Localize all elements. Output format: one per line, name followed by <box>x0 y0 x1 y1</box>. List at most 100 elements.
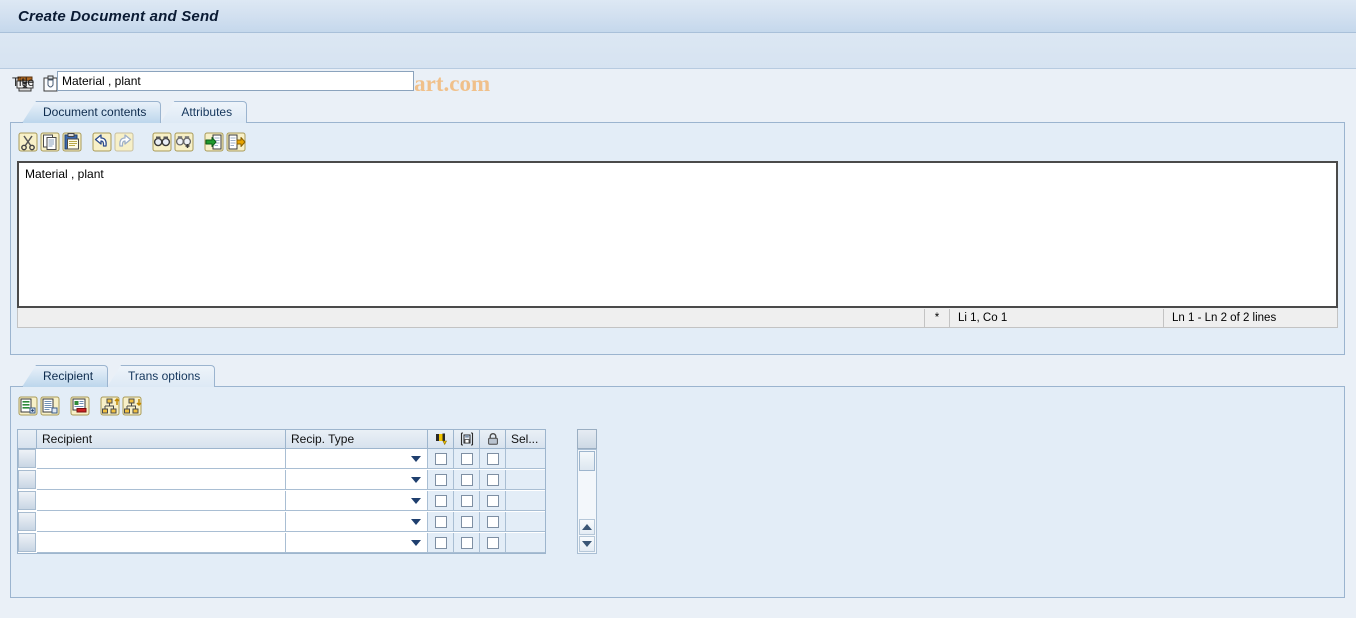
duplicate-row-icon[interactable] <box>39 395 61 417</box>
delete-row-icon[interactable] <box>69 395 91 417</box>
header-sel[interactable]: Sel... <box>506 430 545 448</box>
cell-sel[interactable] <box>506 491 545 511</box>
express-mail-icon <box>435 433 447 446</box>
cell-lock[interactable] <box>480 470 506 490</box>
paste-icon[interactable] <box>61 131 83 153</box>
cut-icon[interactable] <box>17 131 39 153</box>
sort-ascending-icon[interactable] <box>99 395 121 417</box>
cell-sel[interactable] <box>506 470 545 490</box>
scroll-down-button[interactable] <box>579 536 595 552</box>
express-checkbox[interactable] <box>434 515 447 528</box>
cell-express[interactable] <box>428 533 454 553</box>
title-input[interactable] <box>57 71 414 91</box>
cell-recip-type[interactable] <box>286 449 428 469</box>
undo-icon[interactable] <box>91 131 113 153</box>
copy-checkbox[interactable] <box>460 536 473 549</box>
editor-line-count: Ln 1 - Ln 2 of 2 lines <box>1172 311 1277 324</box>
dropdown-arrow-icon[interactable] <box>411 477 421 483</box>
cell-express[interactable] <box>428 491 454 511</box>
row-selector[interactable] <box>18 491 36 510</box>
scroll-down-icon <box>582 541 592 547</box>
cell-sel[interactable] <box>506 449 545 469</box>
lock-checkbox[interactable] <box>486 452 499 465</box>
cell-recip-type[interactable] <box>286 533 428 553</box>
cell-express[interactable] <box>428 512 454 532</box>
window-titlebar: Create Document and Send <box>0 0 1356 33</box>
row-selector[interactable] <box>18 449 36 468</box>
cell-recipient[interactable] <box>37 533 286 553</box>
dropdown-arrow-icon[interactable] <box>411 519 421 525</box>
cell-express[interactable] <box>428 449 454 469</box>
cell-recipient[interactable] <box>37 512 286 532</box>
row-selector[interactable] <box>18 533 36 552</box>
express-checkbox[interactable] <box>434 494 447 507</box>
recipient-table-header: Recipient Recip. Type Sel... <box>18 430 545 449</box>
scroll-up-button[interactable] <box>579 519 595 535</box>
cell-sel[interactable] <box>506 512 545 532</box>
cell-recip-type[interactable] <box>286 512 428 532</box>
cell-express[interactable] <box>428 470 454 490</box>
copy-checkbox[interactable] <box>460 515 473 528</box>
window-title: Create Document and Send <box>18 8 219 25</box>
dropdown-arrow-icon[interactable] <box>411 498 421 504</box>
tab-attributes[interactable]: Attributes <box>160 101 248 123</box>
cell-recip-type[interactable] <box>286 470 428 490</box>
cell-copy[interactable] <box>454 512 480 532</box>
dropdown-arrow-icon[interactable] <box>411 540 421 546</box>
express-checkbox[interactable] <box>434 473 447 486</box>
editor-modified-marker: * <box>934 311 940 324</box>
header-lock-icon[interactable] <box>480 430 506 448</box>
cell-lock[interactable] <box>480 512 506 532</box>
dropdown-arrow-icon[interactable] <box>411 456 421 462</box>
copy-checkbox[interactable] <box>460 452 473 465</box>
tab-trans-options[interactable]: Trans options <box>107 365 216 387</box>
table-vertical-scrollbar[interactable] <box>577 449 597 554</box>
cell-recipient[interactable] <box>37 491 286 511</box>
document-contents-panel: Material , plant * Li 1, Co 1 Ln 1 - Ln … <box>10 122 1345 355</box>
sort-descending-icon[interactable] <box>121 395 143 417</box>
lock-icon <box>487 433 498 445</box>
lock-checkbox[interactable] <box>486 494 499 507</box>
cell-copy[interactable] <box>454 491 480 511</box>
cell-copy[interactable] <box>454 533 480 553</box>
scrollbar-thumb[interactable] <box>579 451 595 471</box>
header-select-all[interactable] <box>18 430 37 448</box>
header-save-copy-icon[interactable] <box>454 430 480 448</box>
cell-lock[interactable] <box>480 533 506 553</box>
header-recip-type[interactable]: Recip. Type <box>286 430 428 448</box>
cell-recipient[interactable] <box>37 449 286 469</box>
cell-sel[interactable] <box>506 533 545 553</box>
cell-lock[interactable] <box>480 449 506 469</box>
row-selector[interactable] <box>18 470 36 489</box>
copy-checkbox[interactable] <box>460 494 473 507</box>
lock-checkbox[interactable] <box>486 473 499 486</box>
cell-copy[interactable] <box>454 470 480 490</box>
copy-icon[interactable] <box>39 131 61 153</box>
application-toolbar: © www.tutorialkart.com <box>0 33 1356 96</box>
export-text-icon[interactable] <box>225 131 247 153</box>
document-text-content: Material , plant <box>25 167 104 181</box>
cell-recip-type[interactable] <box>286 491 428 511</box>
tab-recipient[interactable]: Recipient <box>22 365 109 387</box>
row-selector[interactable] <box>18 512 36 531</box>
title-field-label: Title <box>12 75 35 89</box>
import-text-icon[interactable] <box>203 131 225 153</box>
lock-checkbox[interactable] <box>486 536 499 549</box>
tab-attributes-label: Attributes <box>181 105 233 119</box>
cell-copy[interactable] <box>454 449 480 469</box>
header-recipient[interactable]: Recipient <box>37 430 286 448</box>
lock-checkbox[interactable] <box>486 515 499 528</box>
recipient-table: Recipient Recip. Type Sel... <box>17 429 546 554</box>
express-checkbox[interactable] <box>434 452 447 465</box>
cell-lock[interactable] <box>480 491 506 511</box>
copy-checkbox[interactable] <box>460 473 473 486</box>
find-icon[interactable] <box>151 131 173 153</box>
cell-recipient[interactable] <box>37 470 286 490</box>
header-express-mail-icon[interactable] <box>428 430 454 448</box>
find-next-icon[interactable] <box>173 131 195 153</box>
document-text-editor[interactable]: Material , plant <box>17 161 1338 308</box>
tab-document-contents[interactable]: Document contents <box>22 101 162 123</box>
express-checkbox[interactable] <box>434 536 447 549</box>
insert-row-icon[interactable] <box>17 395 39 417</box>
redo-icon[interactable] <box>113 131 135 153</box>
